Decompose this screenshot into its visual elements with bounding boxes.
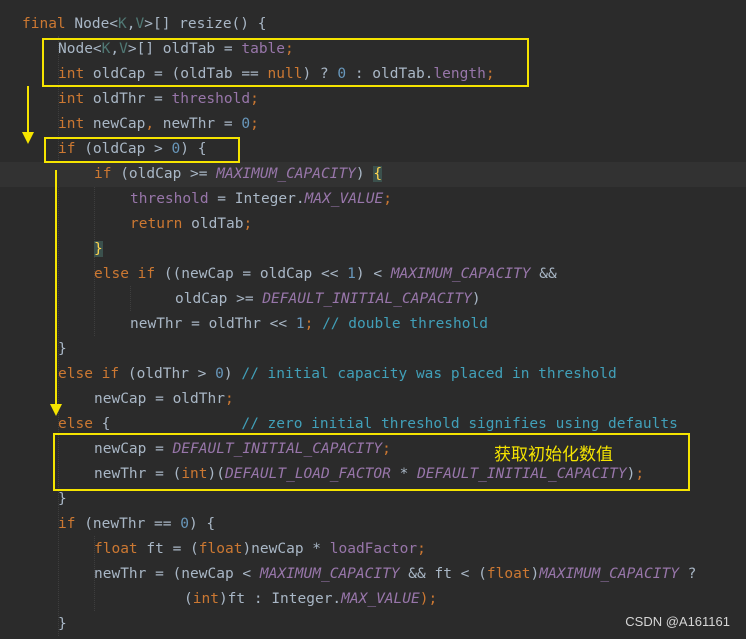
code-token: newThr = bbox=[162, 116, 242, 132]
code-token: MAXIMUM_CAPACITY bbox=[390, 266, 531, 282]
watermark: CSDN @A161161 bbox=[625, 614, 730, 629]
code-token: , bbox=[126, 16, 136, 32]
code-token: } bbox=[58, 491, 67, 507]
code-token: 0 bbox=[180, 516, 189, 532]
code-token: int bbox=[58, 116, 93, 132]
code-token: } bbox=[94, 241, 103, 257]
code-token: // initial capacity was placed in thresh… bbox=[241, 366, 617, 382]
code-token: // double threshold bbox=[322, 316, 488, 332]
code-token: MAXIMUM_CAPACITY bbox=[259, 566, 400, 582]
arrow-down-icon bbox=[22, 86, 34, 144]
code-token: threshold bbox=[130, 191, 209, 207]
code-token: ; bbox=[383, 191, 392, 207]
code-token: ; bbox=[243, 216, 253, 232]
annotation-label: 获取初始化数值 bbox=[494, 445, 613, 465]
code-token: 1 bbox=[347, 266, 356, 282]
code-token: } bbox=[58, 616, 67, 632]
code-token: 0 bbox=[215, 366, 224, 382]
code-token: (oldCap >= bbox=[120, 166, 217, 182]
code-token: newThr = (newCap < bbox=[94, 566, 260, 582]
code-token: ) bbox=[223, 366, 242, 382]
code-token: { bbox=[373, 166, 383, 182]
code-token: { bbox=[101, 416, 242, 432]
code-token: oldThr = bbox=[92, 91, 172, 107]
code-token: ; bbox=[417, 541, 426, 557]
code-token: Node< bbox=[74, 16, 119, 32]
code-editor[interactable]: final Node<K,V>[] resize() {Node<K,V>[] … bbox=[0, 0, 746, 639]
code-token: float bbox=[94, 541, 147, 557]
code-token: >[] resize() { bbox=[144, 16, 267, 32]
highlight-box-oldtab bbox=[42, 38, 529, 87]
code-token: = Integer. bbox=[208, 191, 305, 207]
indent-guide bbox=[130, 286, 131, 311]
code-token: float bbox=[198, 541, 243, 557]
code-token: newThr = oldThr << bbox=[130, 316, 296, 332]
code-token: threshold bbox=[171, 91, 251, 107]
code-token: MAX_VALUE bbox=[341, 591, 420, 607]
arrow-down-icon bbox=[50, 170, 62, 416]
code-token: ) < bbox=[355, 266, 391, 282]
code-token: ); bbox=[419, 591, 438, 607]
code-token: , bbox=[145, 116, 163, 132]
code-token: return bbox=[130, 216, 192, 232]
code-token: ft = ( bbox=[146, 541, 199, 557]
code-line[interactable]: if (oldCap >= MAXIMUM_CAPACITY) { bbox=[0, 162, 746, 187]
code-token: ; bbox=[224, 391, 234, 407]
code-token: if bbox=[94, 166, 121, 182]
code-token: 1 bbox=[295, 316, 305, 332]
code-token: ) bbox=[355, 166, 374, 182]
code-token: MAXIMUM_CAPACITY bbox=[539, 566, 679, 582]
code-token: final bbox=[22, 16, 75, 32]
code-token: else if bbox=[58, 366, 128, 382]
highlight-box-if-oldcap bbox=[44, 137, 240, 163]
code-token: )newCap * bbox=[242, 541, 330, 557]
code-token: ? bbox=[678, 566, 697, 582]
code-token: int bbox=[58, 91, 93, 107]
code-token: DEFAULT_INITIAL_CAPACITY bbox=[262, 291, 472, 307]
code-token: newCap = oldThr bbox=[94, 391, 225, 407]
code-token: K bbox=[118, 16, 127, 32]
code-token: ( bbox=[184, 591, 193, 607]
code-token: oldCap >= bbox=[175, 291, 263, 307]
code-token: 0 bbox=[241, 116, 251, 132]
code-token: ((newCap = oldCap << bbox=[163, 266, 348, 282]
code-token: && bbox=[530, 266, 557, 282]
code-token: ) { bbox=[188, 516, 216, 532]
code-token: V bbox=[135, 16, 145, 32]
code-token: (oldThr > bbox=[127, 366, 216, 382]
code-token: ) bbox=[530, 566, 540, 582]
code-token: ; bbox=[250, 91, 259, 107]
code-token: (newThr == bbox=[84, 516, 181, 532]
code-token: MAXIMUM_CAPACITY bbox=[216, 166, 356, 182]
code-token: else if bbox=[94, 266, 164, 282]
code-token: if bbox=[58, 516, 85, 532]
code-token: ) bbox=[471, 291, 481, 307]
code-token: float bbox=[486, 566, 531, 582]
code-token: && ft < ( bbox=[399, 566, 487, 582]
code-token: int bbox=[192, 591, 219, 607]
code-token: MAX_VALUE bbox=[304, 191, 384, 207]
code-token: // zero initial threshold signifies usin… bbox=[241, 416, 678, 432]
code-token: ; bbox=[304, 316, 323, 332]
code-token: oldTab bbox=[191, 216, 244, 232]
code-token: newCap bbox=[92, 116, 146, 132]
code-token: ; bbox=[250, 116, 259, 132]
code-token: )ft : Integer. bbox=[218, 591, 342, 607]
code-token: loadFactor bbox=[329, 541, 418, 557]
